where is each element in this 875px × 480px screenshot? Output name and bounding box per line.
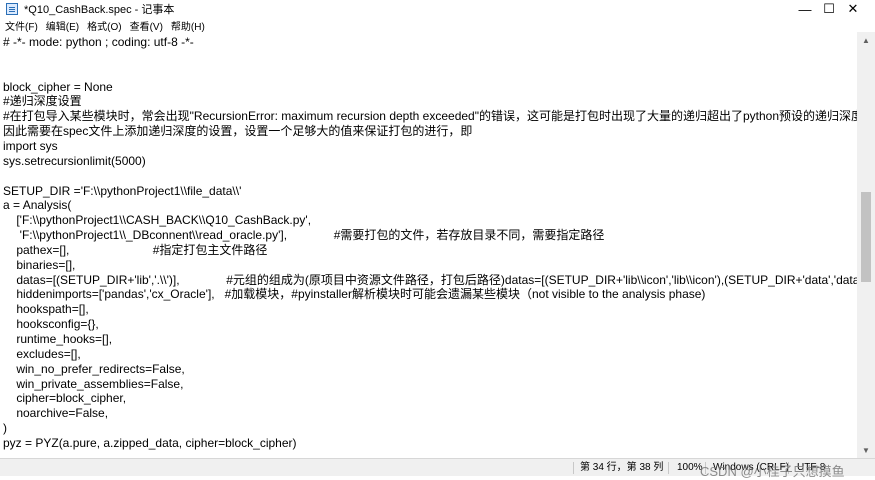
text-line: hooksconfig={}, <box>3 317 99 332</box>
text-line: noarchive=False, <box>3 406 109 421</box>
text-line: win_no_prefer_redirects=False, <box>3 361 185 376</box>
text-line: hiddenimports=['pandas','cx_Oracle'], #加… <box>3 287 706 302</box>
menu-bar: 文件(F) 编辑(E) 格式(O) 查看(V) 帮助(H) <box>0 18 875 33</box>
menu-file[interactable]: 文件(F) <box>0 18 42 33</box>
text-line: a = Analysis( <box>3 198 72 213</box>
status-divider <box>573 462 574 474</box>
menu-view[interactable]: 查看(V) <box>126 18 167 33</box>
text-line: pathex=[], #指定打包主文件路径 <box>3 242 268 257</box>
text-line: win_private_assemblies=False, <box>3 376 184 391</box>
text-line: SETUP_DIR ='F:\\pythonProject1\\file_dat… <box>3 183 242 198</box>
text-line: datas=[(SETUP_DIR+'lib','.\\')], #元组的组成为… <box>3 272 857 287</box>
close-icon: ✕ <box>847 1 859 16</box>
text-line: cipher=block_cipher, <box>3 391 127 406</box>
text-line: #在打包导入某些模块时，常会出现"RecursionError: maximum… <box>3 109 857 124</box>
title-bar: *Q10_CashBack.spec - 记事本 — ☐ ✕ <box>0 0 875 18</box>
text-line: ) <box>3 421 7 436</box>
text-line: block_cipher = None <box>3 79 113 94</box>
text-line: 因此需要在spec文件上添加递归深度的设置，设置一个足够大的值来保证打包的进行，… <box>3 124 473 139</box>
status-divider <box>668 462 669 474</box>
zoom-level: 100% <box>677 462 703 473</box>
text-line: hookspath=[], <box>3 302 89 317</box>
text-line: pyz = PYZ(a.pure, a.zipped_data, cipher=… <box>3 435 297 450</box>
menu-format[interactable]: 格式(O) <box>83 18 125 33</box>
text-editor[interactable]: # -*- mode: python ; coding: utf-8 -*- bl… <box>0 32 857 458</box>
text-line: binaries=[], <box>3 257 76 272</box>
text-line: import sys <box>3 138 58 153</box>
text-line: runtime_hooks=[], <box>3 332 113 346</box>
scroll-down-arrow-icon[interactable]: ▼ <box>857 442 875 458</box>
menu-help[interactable]: 帮助(H) <box>167 18 209 33</box>
status-bar: 第 34 行，第 38 列 100% Windows (CRLF) UTF-8 … <box>0 458 875 479</box>
text-line: # -*- mode: python ; coding: utf-8 -*- <box>3 35 194 49</box>
notepad-icon <box>6 3 18 15</box>
cursor-position: 第 34 行，第 38 列 <box>580 462 664 473</box>
close-button[interactable]: ✕ <box>831 0 875 18</box>
text-line: #递归深度设置 <box>3 94 82 109</box>
menu-edit[interactable]: 编辑(E) <box>42 18 83 33</box>
scrollbar-thumb[interactable] <box>861 192 871 282</box>
vertical-scrollbar[interactable]: ▲ ▼ <box>857 32 875 458</box>
watermark: CSDN @小桂子只想摸鱼 <box>700 464 845 479</box>
scroll-up-arrow-icon[interactable]: ▲ <box>857 32 875 48</box>
text-line: sys.setrecursionlimit(5000) <box>3 153 146 168</box>
text-line: 'F:\\pythonProject1\\_DBconnent\\read_or… <box>3 228 605 243</box>
text-line: ['F:\\pythonProject1\\CASH_BACK\\Q10_Cas… <box>3 213 312 228</box>
text-line: excludes=[], <box>3 346 81 361</box>
window-title: *Q10_CashBack.spec - 记事本 <box>24 4 175 16</box>
